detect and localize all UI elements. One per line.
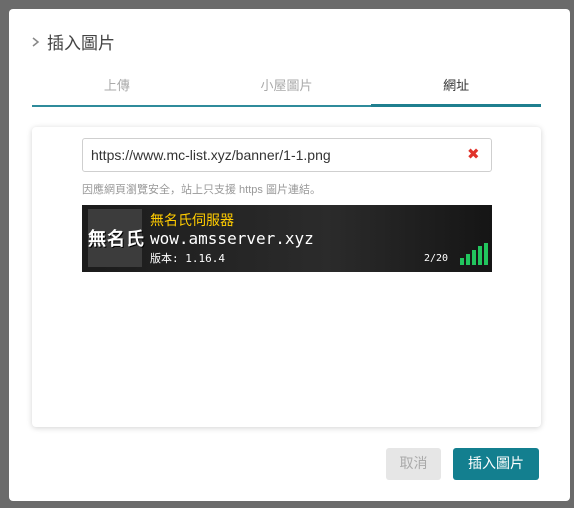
tab-upload[interactable]: 上傳 <box>32 76 202 107</box>
tab-cabin-images[interactable]: 小屋圖片 <box>201 76 372 107</box>
banner-preview: 無名氏 無名氏伺服器 wow.amsserver.xyz 版本: 1.16.4 … <box>82 205 492 272</box>
title-icon <box>31 36 41 48</box>
url-input[interactable] <box>83 146 463 164</box>
url-panel: ✖ 因應網頁瀏覽安全，站上只支援 https 圖片連結。 無名氏 無名氏伺服器 … <box>32 127 541 427</box>
banner-player-count: 2/20 <box>424 253 449 264</box>
banner-server-name: 無名氏伺服器 <box>150 213 234 229</box>
tab-bar: 上傳 小屋圖片 網址 <box>32 76 542 107</box>
banner-domain: wow.amsserver.xyz <box>150 229 314 248</box>
insert-image-button[interactable]: 插入圖片 <box>453 448 539 480</box>
url-field[interactable]: ✖ <box>82 138 492 172</box>
banner-logo-text: 無名氏 <box>88 229 145 250</box>
signal-icon <box>460 243 488 265</box>
tab-url[interactable]: 網址 <box>371 76 542 107</box>
clear-icon[interactable]: ✖ <box>467 146 481 162</box>
banner-version: 版本: 1.16.4 <box>150 252 225 265</box>
insert-image-dialog: 插入圖片 上傳 小屋圖片 網址 ✖ 因應網頁瀏覽安全，站上只支援 https 圖… <box>9 9 570 501</box>
cancel-button[interactable]: 取消 <box>386 448 441 480</box>
dialog-header: 插入圖片 <box>31 29 115 54</box>
https-hint: 因應網頁瀏覽安全，站上只支援 https 圖片連結。 <box>82 184 321 196</box>
dialog-title: 插入圖片 <box>47 34 115 54</box>
